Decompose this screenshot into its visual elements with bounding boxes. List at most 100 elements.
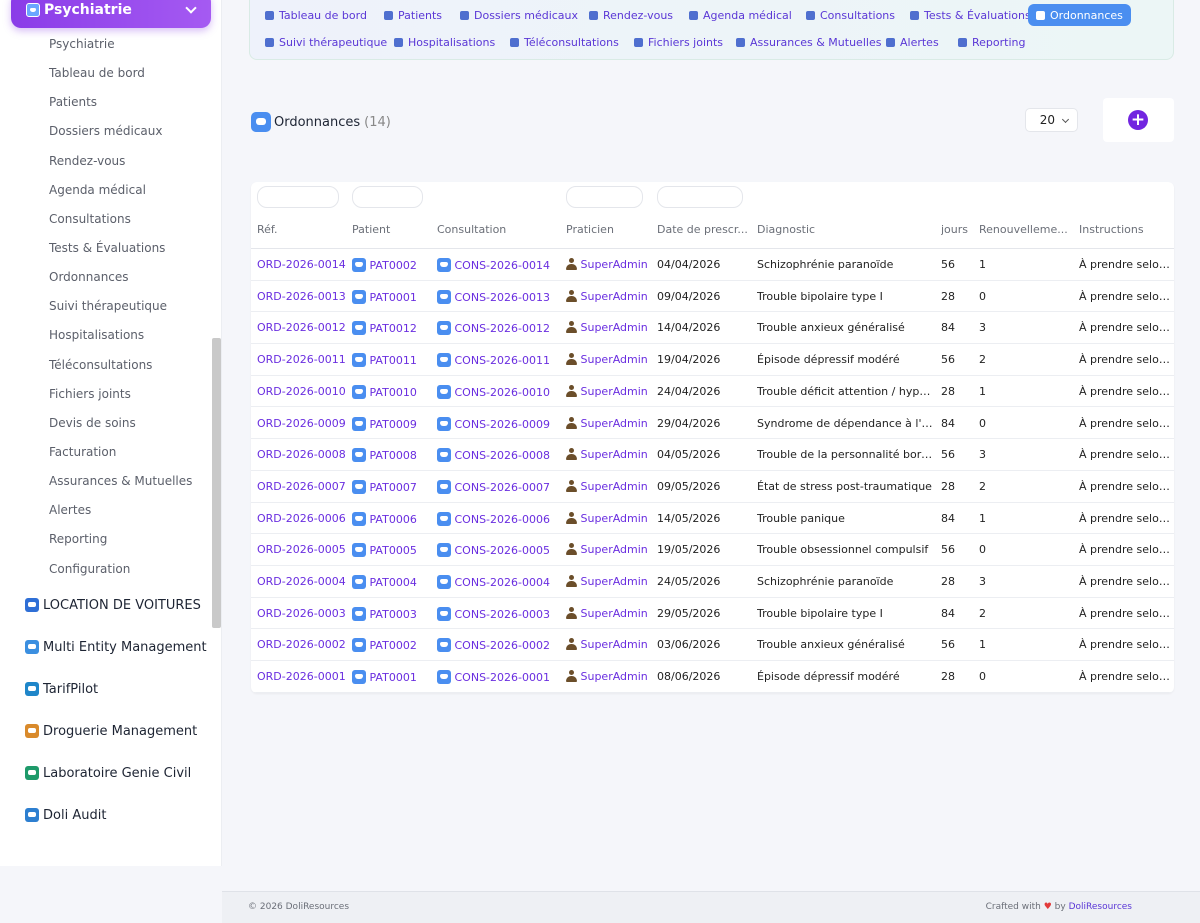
tab-ordonnances[interactable]: Ordonnances [1028, 4, 1131, 26]
tab-fichiers-joints[interactable]: Fichiers joints [634, 31, 723, 53]
sidebar-item-tests-evaluations[interactable]: Tests & Évaluations [0, 234, 221, 263]
cell-patient[interactable]: PAT0010 [352, 384, 432, 399]
cell-ref[interactable]: ORD-2026-0005 [257, 543, 347, 556]
sidebar-item-psychiatrie[interactable]: Psychiatrie [0, 30, 221, 59]
sidebar-item-assurances-mutuelles[interactable]: Assurances & Mutuelles [0, 467, 221, 496]
sidebar-item-configuration[interactable]: Configuration [0, 555, 221, 584]
cell-patient[interactable]: PAT0005 [352, 543, 432, 558]
column-header-instructions[interactable]: Instructions [1079, 223, 1174, 236]
cell-ref[interactable]: ORD-2026-0002 [257, 638, 347, 651]
cell-patient[interactable]: PAT0009 [352, 416, 432, 431]
sidebar-item-devis-de-soins[interactable]: Devis de soins [0, 409, 221, 438]
cell-ref[interactable]: ORD-2026-0009 [257, 417, 347, 430]
add-ordonnance-button[interactable]: + [1128, 110, 1148, 130]
footer-brand-link[interactable]: DoliResources [1069, 902, 1132, 912]
cell-consultation[interactable]: CONS-2026-0009 [437, 416, 562, 431]
cell-patient[interactable]: PAT0011 [352, 353, 432, 368]
tab-teleconsultations[interactable]: Téléconsultations [510, 31, 619, 53]
column-header-praticien[interactable]: Praticien [566, 223, 654, 236]
tab-dossiers-medicaux[interactable]: Dossiers médicaux [460, 4, 578, 26]
cell-ref[interactable]: ORD-2026-0004 [257, 575, 347, 588]
tab-suivi-therapeutique[interactable]: Suivi thérapeutique [265, 31, 387, 53]
sidebar-scrollbar[interactable] [212, 338, 221, 628]
tab-patients[interactable]: Patients [384, 4, 442, 26]
tab-alertes[interactable]: Alertes [886, 31, 939, 53]
cell-consultation[interactable]: CONS-2026-0010 [437, 384, 562, 399]
cell-consultation[interactable]: CONS-2026-0012 [437, 321, 562, 336]
cell-consultation[interactable]: CONS-2026-0007 [437, 479, 562, 494]
cell-patient[interactable]: PAT0012 [352, 321, 432, 336]
column-header-ref[interactable]: Réf. [257, 223, 347, 236]
cell-ref[interactable]: ORD-2026-0014 [257, 258, 347, 271]
tab-agenda-medical[interactable]: Agenda médical [689, 4, 792, 26]
sidebar-item-patients[interactable]: Patients [0, 88, 221, 117]
cell-patient[interactable]: PAT0003 [352, 606, 432, 621]
cell-consultation[interactable]: CONS-2026-0013 [437, 289, 562, 304]
sidebar-item-dossiers-medicaux[interactable]: Dossiers médicaux [0, 117, 221, 146]
sidebar-module-tarifpilot[interactable]: TarifPilot [25, 678, 98, 700]
cell-patient[interactable]: PAT0001 [352, 670, 432, 685]
column-header-jours[interactable]: jours [941, 223, 975, 236]
sidebar-module-location-de-voitures[interactable]: LOCATION DE VOITURES [25, 594, 201, 616]
cell-ref[interactable]: ORD-2026-0012 [257, 321, 347, 334]
sidebar-item-tableau-de-bord[interactable]: Tableau de bord [0, 59, 221, 88]
sidebar-item-hospitalisations[interactable]: Hospitalisations [0, 321, 221, 350]
sidebar-module-doli-audit[interactable]: Doli Audit [25, 804, 106, 826]
cell-consultation[interactable]: CONS-2026-0014 [437, 258, 562, 272]
cell-ref[interactable]: ORD-2026-0007 [257, 480, 347, 493]
column-header-renouvelleme[interactable]: Renouvelleme... [979, 223, 1071, 236]
cell-praticien[interactable]: SuperAdmin [566, 511, 654, 525]
cell-praticien[interactable]: SuperAdmin [566, 258, 654, 271]
column-header-date-de-prescr[interactable]: Date de prescr... [657, 223, 749, 236]
cell-consultation[interactable]: CONS-2026-0002 [437, 638, 562, 653]
sidebar-module-multi-entity-management[interactable]: Multi Entity Management [25, 636, 207, 658]
filter-praticien-input[interactable] [566, 186, 643, 208]
filter-ref-input[interactable] [257, 186, 339, 208]
cell-patient[interactable]: PAT0001 [352, 289, 432, 304]
cell-praticien[interactable]: SuperAdmin [566, 575, 654, 588]
column-header-patient[interactable]: Patient [352, 223, 432, 236]
cell-patient[interactable]: PAT0008 [352, 448, 432, 463]
chevron-down-icon[interactable] [185, 2, 197, 14]
cell-ref[interactable]: ORD-2026-0008 [257, 448, 347, 461]
cell-patient[interactable]: PAT0007 [352, 479, 432, 494]
cell-patient[interactable]: PAT0002 [352, 638, 432, 653]
sidebar-item-alertes[interactable]: Alertes [0, 496, 221, 525]
tab-consultations[interactable]: Consultations [806, 4, 895, 26]
tab-hospitalisations[interactable]: Hospitalisations [394, 31, 495, 53]
cell-ref[interactable]: ORD-2026-0006 [257, 512, 347, 525]
cell-praticien[interactable]: SuperAdmin [566, 448, 654, 461]
cell-praticien[interactable]: SuperAdmin [566, 321, 654, 334]
cell-patient[interactable]: PAT0004 [352, 575, 432, 589]
tab-reporting[interactable]: Reporting [958, 31, 1025, 53]
cell-ref[interactable]: ORD-2026-0011 [257, 353, 347, 366]
cell-ref[interactable]: ORD-2026-0013 [257, 290, 347, 303]
cell-praticien[interactable]: SuperAdmin [566, 289, 654, 303]
cell-praticien[interactable]: SuperAdmin [566, 384, 654, 398]
sidebar-item-fichiers-joints[interactable]: Fichiers joints [0, 380, 221, 409]
sidebar-item-suivi-therapeutique[interactable]: Suivi thérapeutique [0, 292, 221, 321]
tab-rendez-vous[interactable]: Rendez-vous [589, 4, 673, 26]
cell-praticien[interactable]: SuperAdmin [566, 479, 654, 493]
sidebar-item-facturation[interactable]: Facturation [0, 438, 221, 467]
cell-ref[interactable]: ORD-2026-0003 [257, 607, 347, 620]
tab-tests-evaluations[interactable]: Tests & Évaluations [910, 4, 1031, 26]
tab-assurances-mutuelles[interactable]: Assurances & Mutuelles [736, 31, 881, 53]
sidebar-item-reporting[interactable]: Reporting [0, 525, 221, 554]
cell-consultation[interactable]: CONS-2026-0011 [437, 353, 562, 368]
cell-ref[interactable]: ORD-2026-0001 [257, 670, 347, 683]
column-header-diagnostic[interactable]: Diagnostic [757, 223, 935, 236]
cell-consultation[interactable]: CONS-2026-0008 [437, 448, 562, 463]
cell-praticien[interactable]: SuperAdmin [566, 606, 654, 620]
cell-praticien[interactable]: SuperAdmin [566, 670, 654, 683]
sidebar-module-laboratoire-genie-civil[interactable]: Laboratoire Genie Civil [25, 762, 191, 784]
cell-praticien[interactable]: SuperAdmin [566, 416, 654, 430]
filter-date-input[interactable] [657, 186, 743, 208]
sidebar-module-droguerie-management[interactable]: Droguerie Management [25, 720, 197, 742]
filter-patient-input[interactable] [352, 186, 423, 208]
page-size-select[interactable]: 20 [1025, 108, 1078, 132]
column-header-consultation[interactable]: Consultation [437, 223, 562, 236]
cell-consultation[interactable]: CONS-2026-0004 [437, 575, 562, 589]
sidebar-item-rendez-vous[interactable]: Rendez-vous [0, 147, 221, 176]
sidebar-item-teleconsultations[interactable]: Téléconsultations [0, 351, 221, 380]
